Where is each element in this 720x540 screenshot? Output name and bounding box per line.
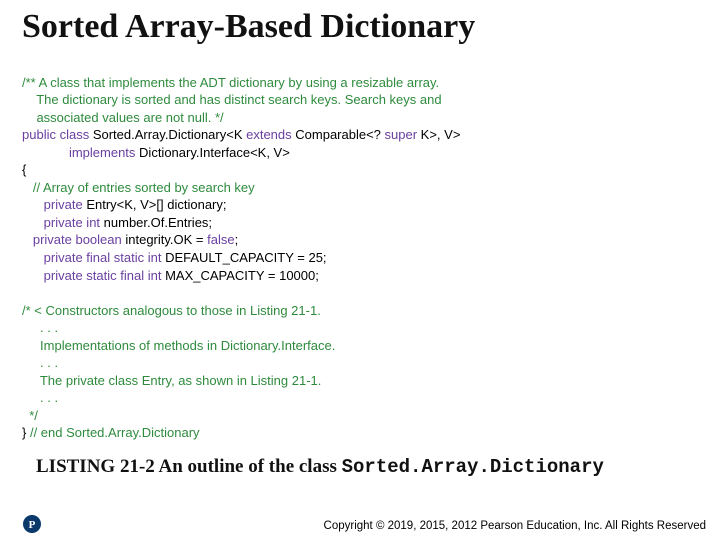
pearson-logo-icon: P: [22, 514, 42, 534]
comment-line: associated values are not null. */: [22, 110, 224, 125]
code-text: {: [22, 162, 26, 177]
code-text: Sorted.Array.Dictionary<K: [93, 127, 246, 142]
code-block: /** A class that implements the ADT dict…: [22, 56, 698, 442]
keyword: private: [22, 197, 86, 212]
code-text: Entry<K, V>[] dictionary;: [86, 197, 226, 212]
comment-line: . . .: [22, 390, 58, 405]
code-text: ;: [235, 232, 239, 247]
comment-line: */: [22, 408, 38, 423]
keyword: private boolean: [22, 232, 125, 247]
comment-line: // Array of entries sorted by search key: [22, 180, 255, 195]
slide-body: Sorted Array-Based Dictionary /** A clas…: [0, 0, 720, 478]
comment-line: The dictionary is sorted and has distinc…: [22, 92, 442, 107]
copyright-footer: Copyright © 2019, 2015, 2012 Pearson Edu…: [324, 520, 706, 532]
comment-line: /* < Constructors analogous to those in …: [22, 303, 321, 318]
caption-classname: Sorted.Array.Dictionary: [342, 456, 604, 478]
comment-line: . . .: [22, 355, 58, 370]
keyword: private int: [22, 215, 104, 230]
code-text: DEFAULT_CAPACITY = 25;: [165, 250, 326, 265]
svg-text:P: P: [29, 519, 36, 531]
code-text: K>, V>: [421, 127, 461, 142]
comment-line: /** A class that implements the ADT dict…: [22, 75, 439, 90]
keyword: super: [385, 127, 421, 142]
keyword: false: [207, 232, 234, 247]
code-text: integrity.OK =: [125, 232, 207, 247]
listing-caption: LISTING 21-2 An outline of the class Sor…: [36, 456, 698, 478]
comment-line: // end Sorted.Array.Dictionary: [30, 425, 200, 440]
comment-line: The private class Entry, as shown in Lis…: [22, 373, 321, 388]
code-text: number.Of.Entries;: [104, 215, 212, 230]
code-text: Dictionary.Interface<K, V>: [139, 145, 290, 160]
code-text: MAX_CAPACITY = 10000;: [165, 268, 319, 283]
keyword: private static final int: [22, 268, 165, 283]
slide-title: Sorted Array-Based Dictionary: [22, 8, 698, 46]
keyword: private final static int: [22, 250, 165, 265]
keyword: extends: [246, 127, 295, 142]
code-text: Comparable<?: [295, 127, 384, 142]
comment-line: Implementations of methods in Dictionary…: [22, 338, 335, 353]
code-text: }: [22, 425, 30, 440]
keyword: implements: [22, 145, 139, 160]
caption-lead: LISTING 21-2 An outline of the class: [36, 456, 342, 477]
comment-line: . . .: [22, 320, 58, 335]
keyword: public class: [22, 127, 93, 142]
